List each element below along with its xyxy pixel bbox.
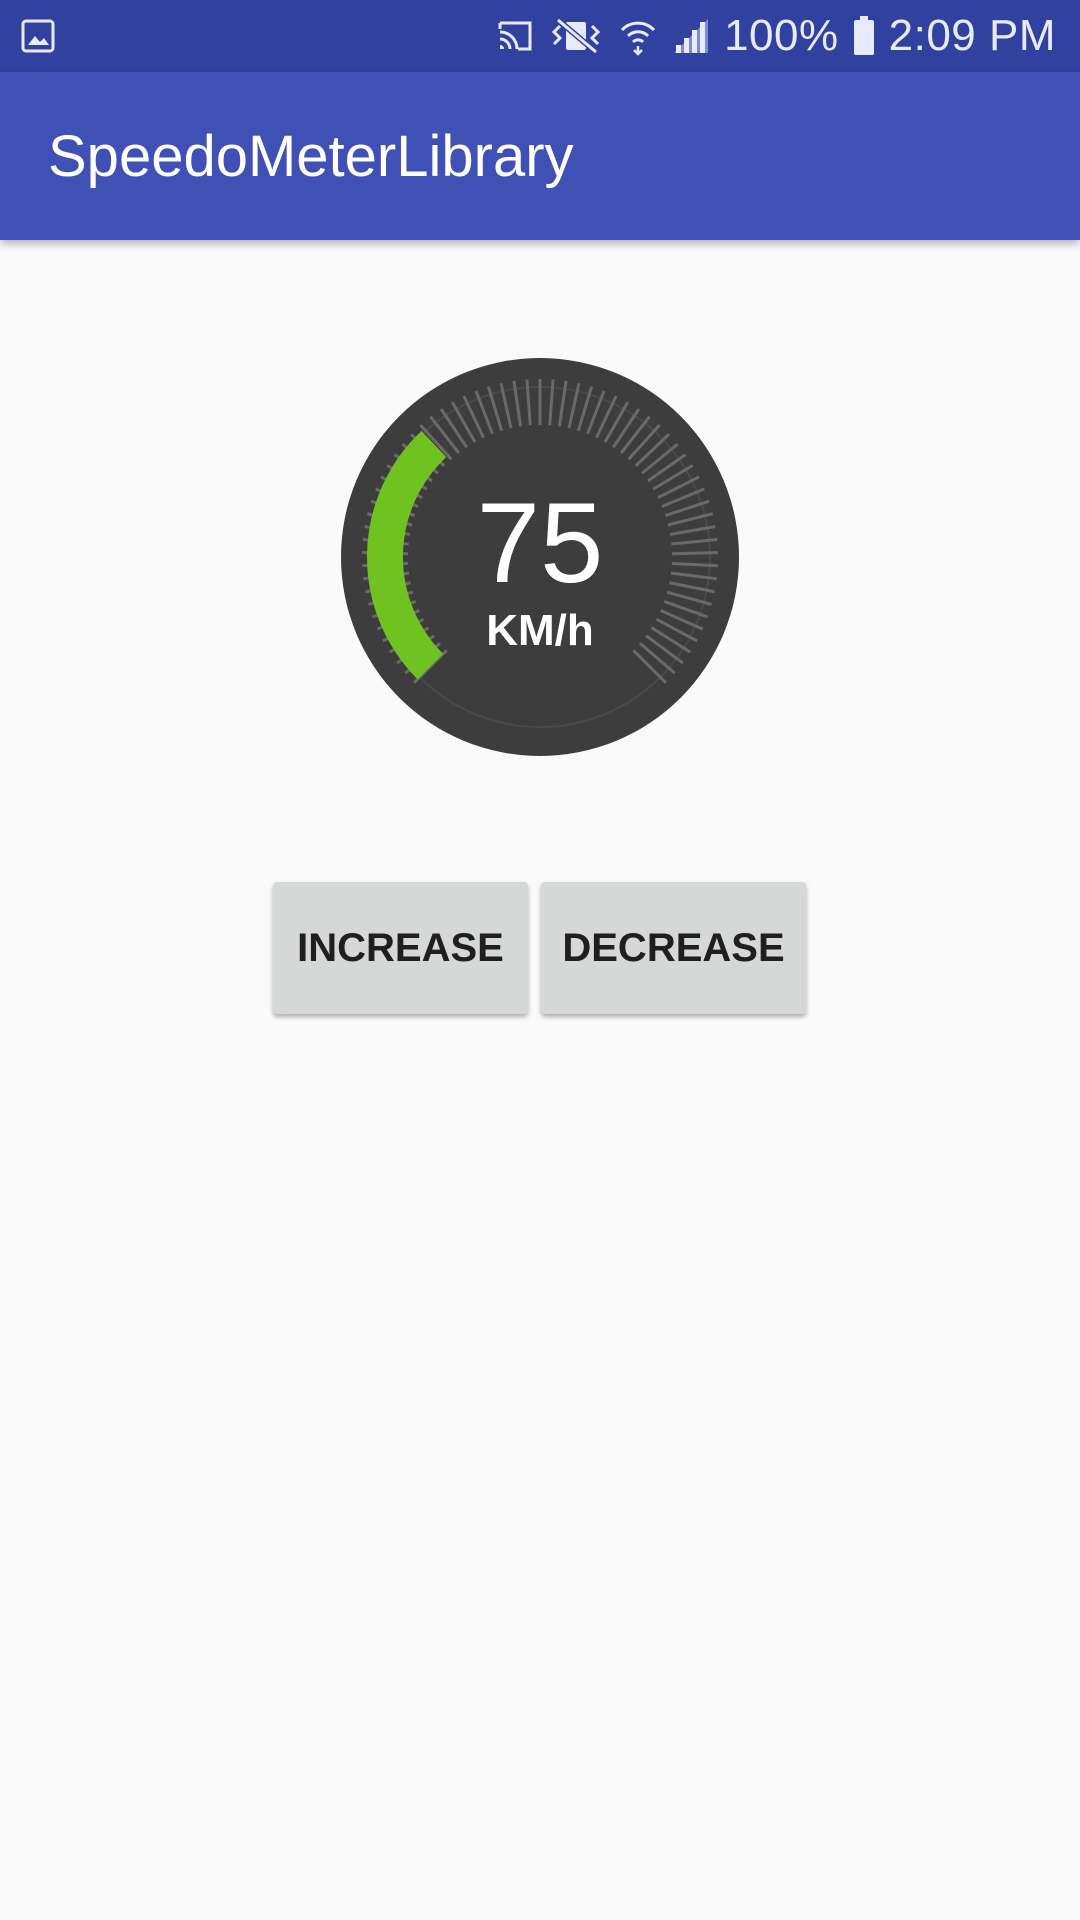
status-time: 2:09 PM <box>888 11 1056 60</box>
battery-percentage: 100% <box>724 11 839 60</box>
speed-value: 75 <box>476 480 604 607</box>
decrease-button[interactable]: DECREASE <box>541 882 806 1014</box>
button-row: INCREASE DECREASE <box>0 882 1080 1014</box>
cast-icon <box>496 19 534 53</box>
signal-icon <box>672 17 710 55</box>
gallery-icon <box>20 18 56 54</box>
increase-button[interactable]: INCREASE <box>273 882 528 1014</box>
battery-icon <box>853 16 875 56</box>
speedometer: 75 KM/h <box>340 357 740 757</box>
speed-unit: KM/h <box>486 606 594 655</box>
app-bar: SpeedoMeterLibrary <box>0 72 1080 240</box>
vibrate-icon <box>548 16 604 56</box>
status-bar: 100% 2:09 PM <box>0 0 1080 72</box>
app-title: SpeedoMeterLibrary <box>48 123 574 189</box>
status-icons: 100% 2:09 PM <box>496 0 1056 72</box>
wifi-icon <box>618 16 658 56</box>
